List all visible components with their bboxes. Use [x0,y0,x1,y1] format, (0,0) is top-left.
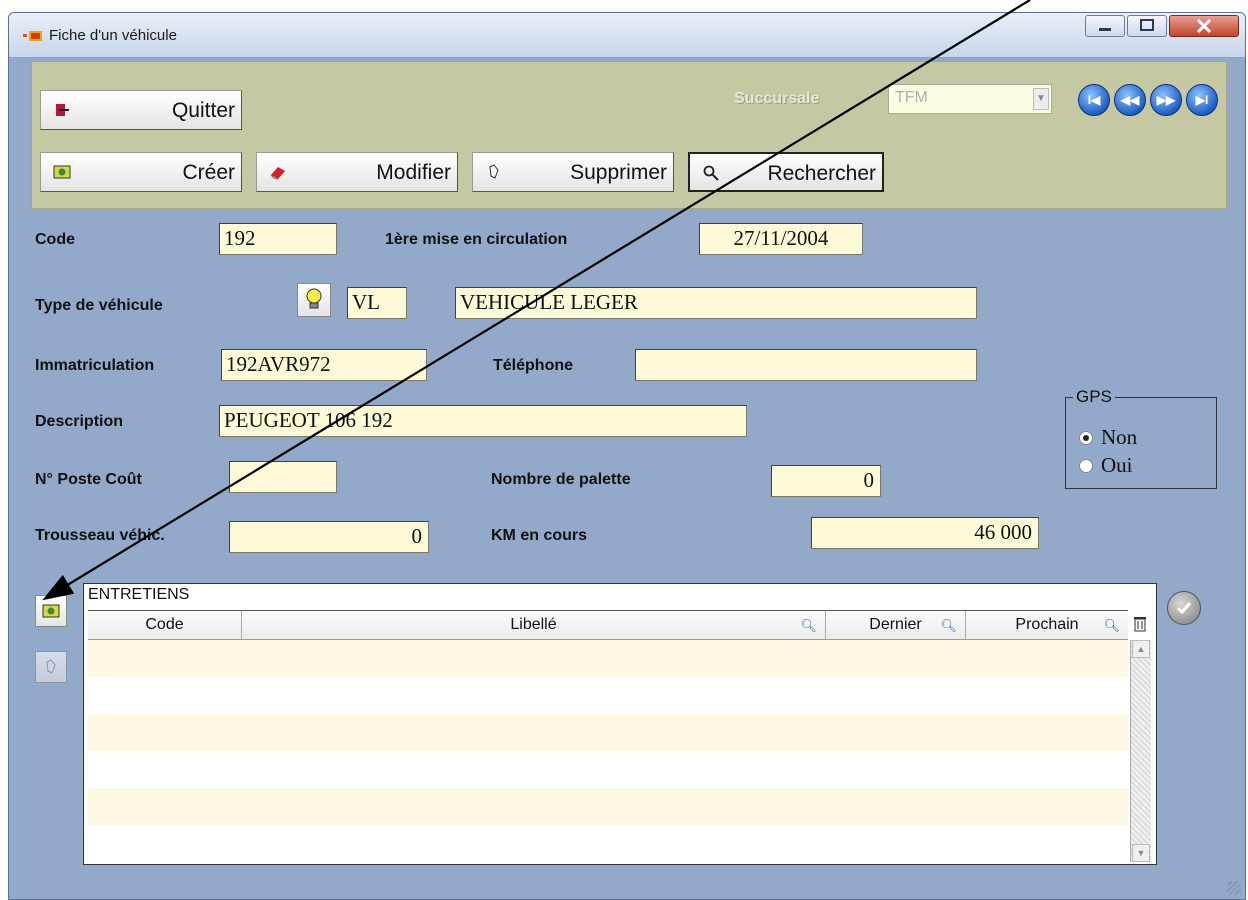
table-row[interactable] [88,788,1128,825]
first-registration-label: 1ère mise en circulation [385,231,568,248]
table-row[interactable] [88,640,1128,677]
gps-legend: GPS [1073,387,1115,407]
nav-next-button[interactable]: ▶▶ [1150,84,1182,116]
close-button[interactable] [1169,15,1239,37]
pallets-label: Nombre de palette [491,471,631,488]
title-bar[interactable]: Fiche d'un véhicule [9,13,1245,58]
search-icon[interactable]: 🔍︎ [1103,612,1120,640]
keyring-field[interactable]: 0 [229,521,429,553]
phone-field[interactable] [635,349,977,381]
gps-option-oui-label: Oui [1101,453,1133,477]
keyring-label: Trousseau véhic. [35,527,165,544]
delete-maintenance-button[interactable] [35,651,67,683]
search-button[interactable]: Rechercher [688,152,884,192]
create-button[interactable]: Créer [40,152,242,192]
scroll-up-icon[interactable]: ▲ [1132,640,1150,658]
pallets-field[interactable]: 0 [771,465,881,497]
trash-icon[interactable] [1132,611,1148,637]
resize-grip-icon[interactable] [1227,881,1241,895]
window-title: Fiche d'un véhicule [49,27,177,44]
search-label: Rechercher [767,162,876,185]
column-header-next[interactable]: Prochain 🔍︎ [966,611,1128,639]
grid-header: Code Libellé 🔍︎ Dernier 🔍︎ Prochain 🔍︎ [88,610,1128,640]
delete-button[interactable]: Supprimer [472,152,674,192]
vehicle-type-code-field[interactable]: VL [347,287,407,319]
validate-button[interactable] [1167,591,1201,625]
code-field[interactable]: 192 [219,223,337,255]
gps-option-non-label: Non [1101,425,1138,449]
vehicle-window: Fiche d'un véhicule Quitter Créer Modifi… [8,12,1246,900]
gps-option-oui[interactable]: Oui [1079,453,1133,478]
delete-label: Supprimer [570,161,667,184]
km-field[interactable]: 46 000 [811,517,1039,549]
column-header-last[interactable]: Dernier 🔍︎ [826,611,966,639]
minimize-button[interactable] [1085,15,1125,37]
column-header-code[interactable]: Code [88,611,242,639]
delete-hand-icon [46,659,56,674]
lightbulb-icon [306,288,322,309]
cost-post-label: N° Poste Coût [35,471,142,488]
vehicle-type-name-field[interactable]: VEHICULE LEGER [455,287,977,319]
table-row[interactable] [88,714,1128,751]
nav-prev-button[interactable]: ◀◀ [1114,84,1146,116]
cost-post-field[interactable] [229,461,337,493]
previous-record-icon: ◀◀ [1120,93,1140,107]
vertical-scrollbar[interactable]: ▲ ▼ [1130,640,1151,862]
search-icon[interactable]: 🔍︎ [940,612,957,640]
maximize-icon [1140,19,1154,31]
plate-label: Immatriculation [35,357,155,374]
modify-button[interactable]: Modifier [256,152,458,192]
search-icon[interactable]: 🔍︎ [800,612,817,640]
phone-label: Téléphone [493,357,574,374]
description-label: Description [35,413,124,430]
plate-field[interactable]: 192AVR972 [221,349,427,381]
quit-button[interactable]: Quitter [40,90,242,130]
create-label: Créer [182,161,235,184]
table-row[interactable] [88,751,1128,788]
maximize-button[interactable] [1127,15,1167,37]
exit-door-icon [56,104,69,116]
radio-selected-icon[interactable] [1079,431,1093,445]
branch-select[interactable]: TFM ▼ [888,84,1052,114]
vehicle-type-label: Type de véhicule [35,297,163,314]
eraser-icon [270,167,285,180]
branch-value: TFM [895,89,928,106]
branch-label: Succursale [734,90,820,107]
nav-last-button[interactable]: ▶I [1186,84,1218,116]
description-field[interactable]: PEUGEOT 106 192 [219,405,747,437]
new-record-icon [42,604,60,618]
last-record-icon: ▶I [1195,93,1209,107]
maintenance-grid: ENTRETIENS Code Libellé 🔍︎ Dernier 🔍︎ Proc… [83,583,1157,865]
chevron-down-icon[interactable]: ▼ [1033,88,1049,110]
km-label: KM en cours [491,527,588,544]
add-maintenance-button[interactable] [35,595,67,627]
first-registration-field[interactable]: 27/11/2004 [699,223,863,255]
minimize-icon [1099,28,1111,31]
grid-title: ENTRETIENS [88,586,190,603]
delete-hand-icon [489,164,499,179]
scroll-down-icon[interactable]: ▼ [1132,844,1150,862]
column-header-label[interactable]: Libellé 🔍︎ [242,611,826,639]
table-row[interactable] [88,825,1128,862]
check-icon [1176,602,1192,615]
quit-label: Quitter [171,99,235,122]
lookup-button[interactable] [297,283,331,317]
gps-option-non[interactable]: Non [1079,425,1137,450]
new-record-icon [53,165,71,179]
table-row[interactable] [88,677,1128,714]
magnifier-icon [703,165,719,181]
radio-unselected-icon[interactable] [1079,459,1093,473]
next-record-icon: ▶▶ [1156,93,1176,107]
app-icon [23,31,42,41]
close-icon [1196,18,1212,34]
first-record-icon: I◀ [1087,93,1101,107]
nav-first-button[interactable]: I◀ [1078,84,1110,116]
toolbar: Quitter Créer Modifier Supprimer Recherc… [31,61,1227,209]
grid-rows[interactable] [88,640,1128,862]
modify-label: Modifier [376,161,451,184]
code-label: Code [35,231,75,248]
